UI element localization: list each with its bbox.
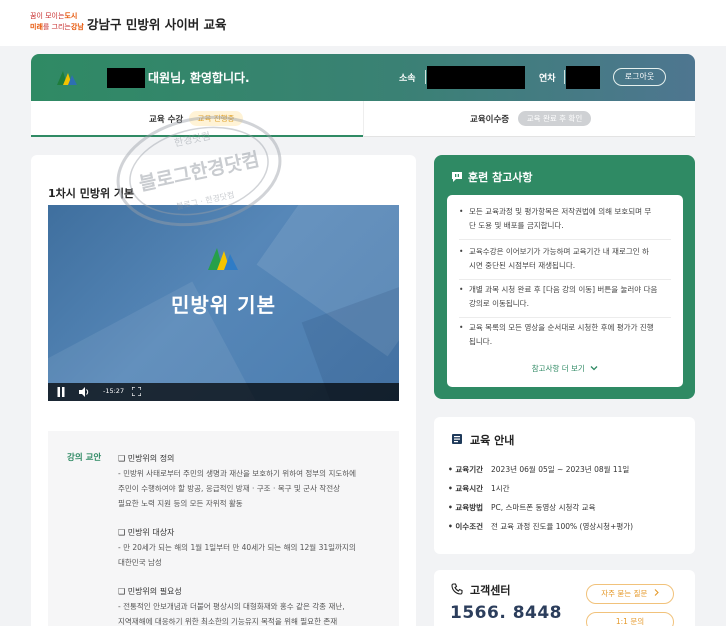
book-icon <box>452 434 462 444</box>
info-key: 교육방법 <box>448 502 491 513</box>
inquiry-button[interactable]: 1:1 문의 <box>586 612 674 626</box>
lecture-notes-label: 강의 교안 <box>67 453 102 463</box>
notice-item: 개별 과목 시청 완료 후 [다음 강의 이동] 버튼을 눌러야 다음강의로 이… <box>459 283 675 311</box>
info-row: 교육시간1시간 <box>448 483 510 494</box>
chevron-down-icon <box>590 366 598 371</box>
pause-icon[interactable] <box>57 387 65 397</box>
notes-line: 대한민국 남성 <box>118 558 162 567</box>
notes-heading: ❑ 민방위 대상자 <box>118 528 175 537</box>
org-label: 소속 <box>399 74 416 84</box>
divider <box>459 317 671 318</box>
speech-bubble-icon <box>452 172 462 182</box>
info-row: 교육기간2023년 06월 05일 ~ 2023년 08월 11일 <box>448 464 629 475</box>
top-bar: 꿈이 모이는도시 미래를 그리는강남 강남구 민방위 사이버 교육 <box>0 0 726 46</box>
video-time: -15:27 <box>103 387 125 395</box>
lesson-card: 1차시 민방위 기본 민방위 기본 -15:27 강의 교안 ❑ 민방위의 정의… <box>31 155 416 626</box>
logo-text: 미래 <box>30 23 43 31</box>
video-player[interactable]: 민방위 기본 -15:27 <box>48 205 399 401</box>
notes-line: - 민방위 사태로부터 주민의 생명과 재산을 보호하기 위하여 정부의 지도하… <box>118 469 357 478</box>
divider <box>459 279 671 280</box>
video-controls: -15:27 <box>48 383 399 401</box>
notes-section: ❑ 민방위의 필요성 - 전통적인 안보개념과 더불어 평상시의 대형화재와 홍… <box>118 584 393 626</box>
logout-button[interactable]: 로그아웃 <box>613 68 666 86</box>
info-row: 이수조건전 교육 과정 진도율 100% (영상시청+평가) <box>448 521 633 532</box>
redacted-name <box>107 68 145 88</box>
volume-icon[interactable] <box>79 387 90 397</box>
lecture-notes: 강의 교안 ❑ 민방위의 정의 - 민방위 사태로부터 주민의 생명과 재산을 … <box>48 431 399 626</box>
chevron-right-icon <box>654 589 659 596</box>
logo-text: 강남 <box>70 23 84 31</box>
notice-title: 훈련 참고사항 <box>468 171 533 184</box>
notes-line: - 만 20세가 되는 해의 1월 1일부터 만 40세가 되는 해의 12월 … <box>118 543 356 552</box>
welcome-banner: 대원님, 환영합니다. 소속 연차 로그아웃 <box>31 54 695 101</box>
notes-section: ❑ 민방위의 정의 - 민방위 사태로부터 주민의 생명과 재산을 보호하기 위… <box>118 451 393 511</box>
notes-heading: ❑ 민방위의 필요성 <box>118 587 182 596</box>
info-key: 이수조건 <box>448 521 491 532</box>
tab-label: 교육이수증 <box>470 115 510 125</box>
welcome-greeting: 대원님, 환영합니다. <box>148 71 250 85</box>
divider <box>425 70 426 84</box>
phone-icon <box>451 583 463 595</box>
logo-text: 도시 <box>64 12 78 20</box>
faq-button[interactable]: 자주 묻는 질문 <box>586 584 674 604</box>
civil-defense-logo-icon <box>208 248 238 270</box>
notes-line: 지역재해에 대응하기 위한 최소한의 기능유지 목적을 위해 필요한 존재 <box>118 617 338 626</box>
year-label: 연차 <box>539 74 556 84</box>
divider <box>459 239 671 240</box>
redacted-year <box>566 66 600 89</box>
notes-section: ❑ 민방위 대상자 - 만 20세가 되는 해의 1월 1일부터 만 40세가 … <box>118 525 393 570</box>
customer-center-title: 고객센터 <box>470 584 511 597</box>
phone-number: 1566. 8448 <box>450 603 563 623</box>
redacted-org <box>427 66 525 89</box>
site-title: 강남구 민방위 사이버 교육 <box>87 17 227 32</box>
video-title: 민방위 기본 <box>171 293 276 317</box>
divider <box>564 70 565 84</box>
customer-center-card: 고객센터 1566. 8448 자주 묻는 질문 1:1 문의 <box>434 570 695 626</box>
notes-heading: ❑ 민방위의 정의 <box>118 454 175 463</box>
info-value: 2023년 06월 05일 ~ 2023년 08월 11일 <box>491 465 630 474</box>
status-badge: 교육 진행중 <box>189 111 243 126</box>
fullscreen-icon[interactable] <box>132 387 141 396</box>
education-info-title: 교육 안내 <box>470 434 515 447</box>
status-badge: 교육 완료 후 확인 <box>518 111 591 126</box>
notice-item: 모든 교육과정 및 평가항목은 저작권법에 의해 보호되며 무단 도용 및 배포… <box>459 205 675 233</box>
more-notices-link[interactable]: 참고사항 더 보기 <box>447 363 683 374</box>
tab-course[interactable]: 교육 수강 교육 진행중 <box>31 101 363 137</box>
logo-text: 를 그리는 <box>42 23 71 31</box>
logo-text: 이 모이는 <box>36 12 65 20</box>
info-value: 전 교육 과정 진도율 100% (영상시청+평가) <box>491 522 634 531</box>
tab-certificate[interactable]: 교육이수증 교육 완료 후 확인 <box>363 101 695 137</box>
training-notice-card: 훈련 참고사항 모든 교육과정 및 평가항목은 저작권법에 의해 보호되며 무단… <box>434 155 695 399</box>
lesson-title: 1차시 민방위 기본 <box>48 187 135 200</box>
gangnam-logo[interactable]: 꿈이 모이는도시 미래를 그리는강남 <box>30 11 84 35</box>
more-notices-label: 참고사항 더 보기 <box>531 364 585 373</box>
notice-list: 모든 교육과정 및 평가항목은 저작권법에 의해 보호되며 무단 도용 및 배포… <box>447 195 683 387</box>
info-value: PC, 스마트폰 동영상 시청각 교육 <box>491 503 596 512</box>
info-key: 교육시간 <box>448 483 491 494</box>
info-row: 교육방법PC, 스마트폰 동영상 시청각 교육 <box>448 502 595 513</box>
notes-line: 주민이 수행하여야 할 방공, 응급적인 방재 · 구조 · 복구 및 군사 작… <box>118 484 341 493</box>
notice-item: 교육수강은 이어보기가 가능하며 교육기간 내 재로그인 하시면 중단된 시점부… <box>459 245 675 273</box>
civil-defense-logo-icon <box>57 71 77 85</box>
education-info-card: 교육 안내 교육기간2023년 06월 05일 ~ 2023년 08월 11일 … <box>434 417 695 554</box>
notes-line: 필요한 노력 지원 등의 모든 자위적 활동 <box>118 499 243 508</box>
info-key: 교육기간 <box>448 464 491 475</box>
faq-label: 자주 묻는 질문 <box>601 589 648 598</box>
notice-item: 교육 목록의 모든 영상을 순서대로 시청한 후에 평가가 진행됩니다. <box>459 321 675 349</box>
info-value: 1시간 <box>491 484 510 493</box>
tab-bar: 교육 수강 교육 진행중 교육이수증 교육 완료 후 확인 <box>31 101 695 137</box>
inquiry-label: 1:1 문의 <box>615 617 645 626</box>
tab-label: 교육 수강 <box>149 115 184 125</box>
notes-line: - 전통적인 안보개념과 더불어 평상시의 대형화재와 홍수 같은 각종 재난, <box>118 602 345 611</box>
